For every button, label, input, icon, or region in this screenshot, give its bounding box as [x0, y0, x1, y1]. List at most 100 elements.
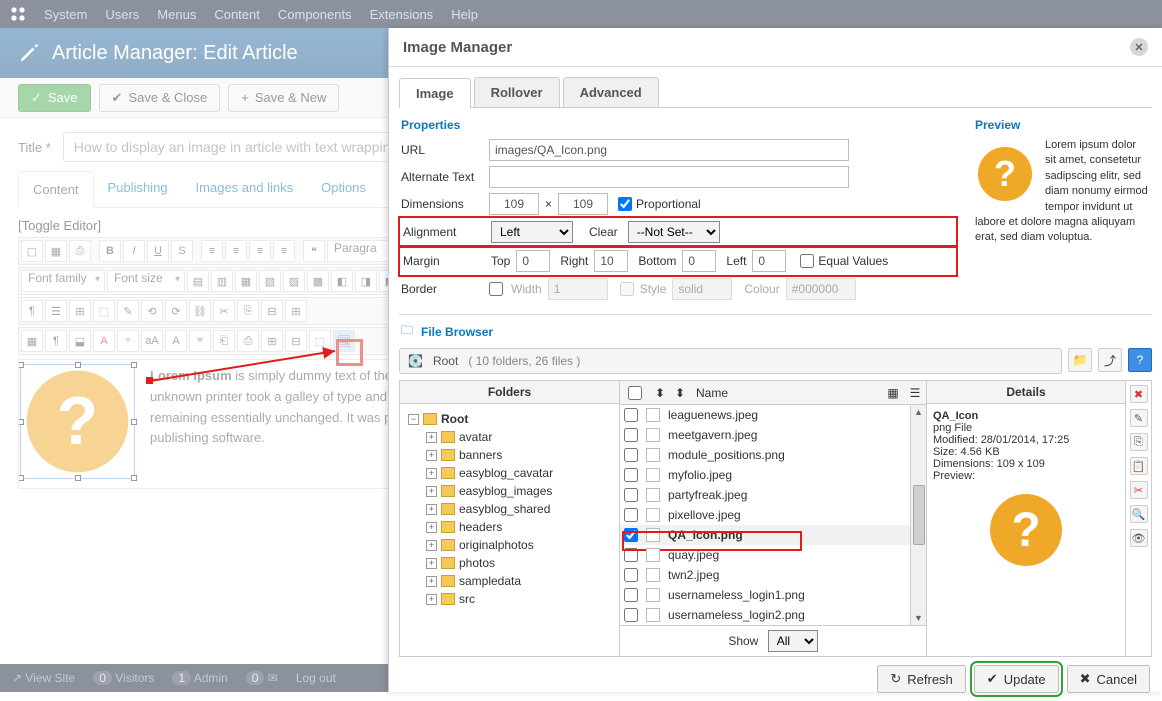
name-column-header[interactable]: Name	[690, 386, 882, 400]
nav-components[interactable]: Components	[278, 7, 352, 22]
rename-icon[interactable]: ✎	[1130, 409, 1148, 427]
tab-image[interactable]: Image	[399, 78, 471, 108]
view-site-link[interactable]: ↗ View Site	[12, 671, 75, 685]
quote-icon[interactable]: ❝	[303, 240, 325, 262]
folder-originalphotos[interactable]: +originalphotos	[422, 536, 615, 554]
paste-icon[interactable]: 📋	[1130, 457, 1148, 475]
save-new-button[interactable]: +Save & New	[228, 84, 339, 112]
tab-publishing[interactable]: Publishing	[94, 170, 182, 207]
tool-3b-icon[interactable]: ⊞	[285, 300, 307, 322]
width-input[interactable]	[489, 193, 539, 215]
folder-banners[interactable]: +banners	[422, 446, 615, 464]
align-center-icon[interactable]: ≡	[225, 240, 247, 262]
file-checkbox[interactable]	[624, 548, 638, 562]
scroll-thumb[interactable]	[913, 485, 925, 545]
nav-system[interactable]: System	[44, 7, 87, 22]
table-icon[interactable]: ▦	[21, 330, 43, 352]
folder-sampledata[interactable]: +sampledata	[422, 572, 615, 590]
file-checkbox[interactable]	[624, 448, 638, 462]
align-right-icon[interactable]: ≡	[249, 240, 271, 262]
file-row[interactable]: module_positions.png	[620, 445, 910, 465]
image-selection[interactable]: ?	[20, 364, 135, 479]
folder-src[interactable]: +src	[422, 590, 615, 608]
file-list-scrollbar[interactable]: ▲ ▼	[910, 405, 926, 625]
tool-46-icon[interactable]: A	[165, 330, 187, 352]
view-grid-icon[interactable]: ▦	[882, 386, 904, 400]
nav-users[interactable]: Users	[105, 7, 139, 22]
tool-a-icon[interactable]: ▤	[187, 270, 209, 292]
cancel-button[interactable]: ✖Cancel	[1067, 665, 1150, 693]
alt-text-input[interactable]	[489, 166, 849, 188]
tool-33-icon[interactable]: ⬚	[93, 300, 115, 322]
nav-extensions[interactable]: Extensions	[370, 7, 434, 22]
file-row[interactable]: QA_Icon.png	[620, 525, 910, 545]
file-row[interactable]: usernameless_login1.png	[620, 585, 910, 605]
underline-icon[interactable]: U	[147, 240, 169, 262]
logout-link[interactable]: Log out	[296, 671, 336, 685]
pilcrow2-icon[interactable]: ¶	[45, 330, 67, 352]
tool-42-icon[interactable]: ⬓	[69, 330, 91, 352]
align-justify-icon[interactable]: ≡	[273, 240, 295, 262]
file-row[interactable]: pixellove.jpeg	[620, 505, 910, 525]
file-row[interactable]: twn2.jpeg	[620, 565, 910, 585]
file-row[interactable]: usernameless_login2.png	[620, 605, 910, 625]
tool-f-icon[interactable]: ▩	[307, 270, 329, 292]
align-left-icon[interactable]: ≡	[201, 240, 223, 262]
toggle-editor-link[interactable]: [Toggle Editor]	[18, 218, 101, 233]
file-checkbox[interactable]	[624, 508, 638, 522]
breadcrumb[interactable]: 💽 Root ( 10 folders, 26 files )	[399, 348, 1062, 374]
url-input[interactable]	[489, 139, 849, 161]
tab-options[interactable]: Options	[307, 170, 380, 207]
margin-right-input[interactable]	[594, 250, 628, 272]
file-checkbox[interactable]	[624, 528, 638, 542]
view-icon[interactable]: 👁	[1130, 529, 1148, 547]
tab-images-links[interactable]: Images and links	[182, 170, 308, 207]
file-row[interactable]: myfolio.jpeg	[620, 465, 910, 485]
tool-37-icon[interactable]: ⛓	[189, 300, 211, 322]
crumb-root[interactable]: Root	[433, 354, 458, 368]
margin-left-input[interactable]	[752, 250, 786, 272]
zoom-icon[interactable]: 🔍	[1130, 505, 1148, 523]
file-checkbox[interactable]	[624, 588, 638, 602]
proportional-checkbox[interactable]	[618, 197, 632, 211]
tool-45-icon[interactable]: aA	[141, 330, 163, 352]
show-filter-select[interactable]: All	[768, 630, 818, 652]
file-row[interactable]: meetgavern.jpeg	[620, 425, 910, 445]
tool-e-icon[interactable]: ▨	[283, 270, 305, 292]
scroll-up-icon[interactable]: ▲	[914, 407, 923, 417]
select-all-checkbox[interactable]	[628, 386, 642, 400]
tab-advanced[interactable]: Advanced	[563, 77, 659, 107]
save-close-button[interactable]: ✔Save & Close	[99, 84, 221, 112]
save-button[interactable]: ✓Save	[18, 84, 91, 112]
tool-h-icon[interactable]: ◨	[355, 270, 377, 292]
tool-b-icon[interactable]: ▥	[211, 270, 233, 292]
file-checkbox[interactable]	[624, 428, 638, 442]
sort-name-icon[interactable]: ⬍	[670, 386, 690, 400]
folder-easyblog_cavatar[interactable]: +easyblog_cavatar	[422, 464, 615, 482]
font-size-select[interactable]: Font size	[107, 270, 185, 292]
nav-menus[interactable]: Menus	[157, 7, 196, 22]
close-icon[interactable]: ✕	[1130, 38, 1148, 56]
bold-icon[interactable]: B	[99, 240, 121, 262]
tool-c-icon[interactable]: ▦	[235, 270, 257, 292]
tool-4a-icon[interactable]: ⊞	[261, 330, 283, 352]
update-button[interactable]: ✔Update	[974, 665, 1059, 693]
save-icon[interactable]: ⎙	[69, 240, 91, 262]
new-folder-icon[interactable]: 📁	[1068, 348, 1092, 372]
folder-avatar[interactable]: +avatar	[422, 428, 615, 446]
copy-icon[interactable]: ⎘	[1130, 433, 1148, 451]
scroll-down-icon[interactable]: ▼	[914, 613, 923, 623]
view-list-icon[interactable]: ☰	[904, 386, 926, 400]
file-row[interactable]: partyfreak.jpeg	[620, 485, 910, 505]
height-input[interactable]	[558, 193, 608, 215]
help-icon[interactable]: ?	[1128, 348, 1152, 372]
equal-values-checkbox[interactable]	[800, 254, 814, 268]
file-checkbox[interactable]	[624, 468, 638, 482]
tree-root[interactable]: −Root	[404, 410, 615, 428]
tool-4b-icon[interactable]: ⊟	[285, 330, 307, 352]
alignment-select[interactable]: Left	[491, 221, 573, 243]
nav-content[interactable]: Content	[214, 7, 260, 22]
tool-g-icon[interactable]: ◧	[331, 270, 353, 292]
file-checkbox[interactable]	[624, 568, 638, 582]
folder-tree[interactable]: −Root +avatar+banners+easyblog_cavatar+e…	[400, 404, 619, 656]
